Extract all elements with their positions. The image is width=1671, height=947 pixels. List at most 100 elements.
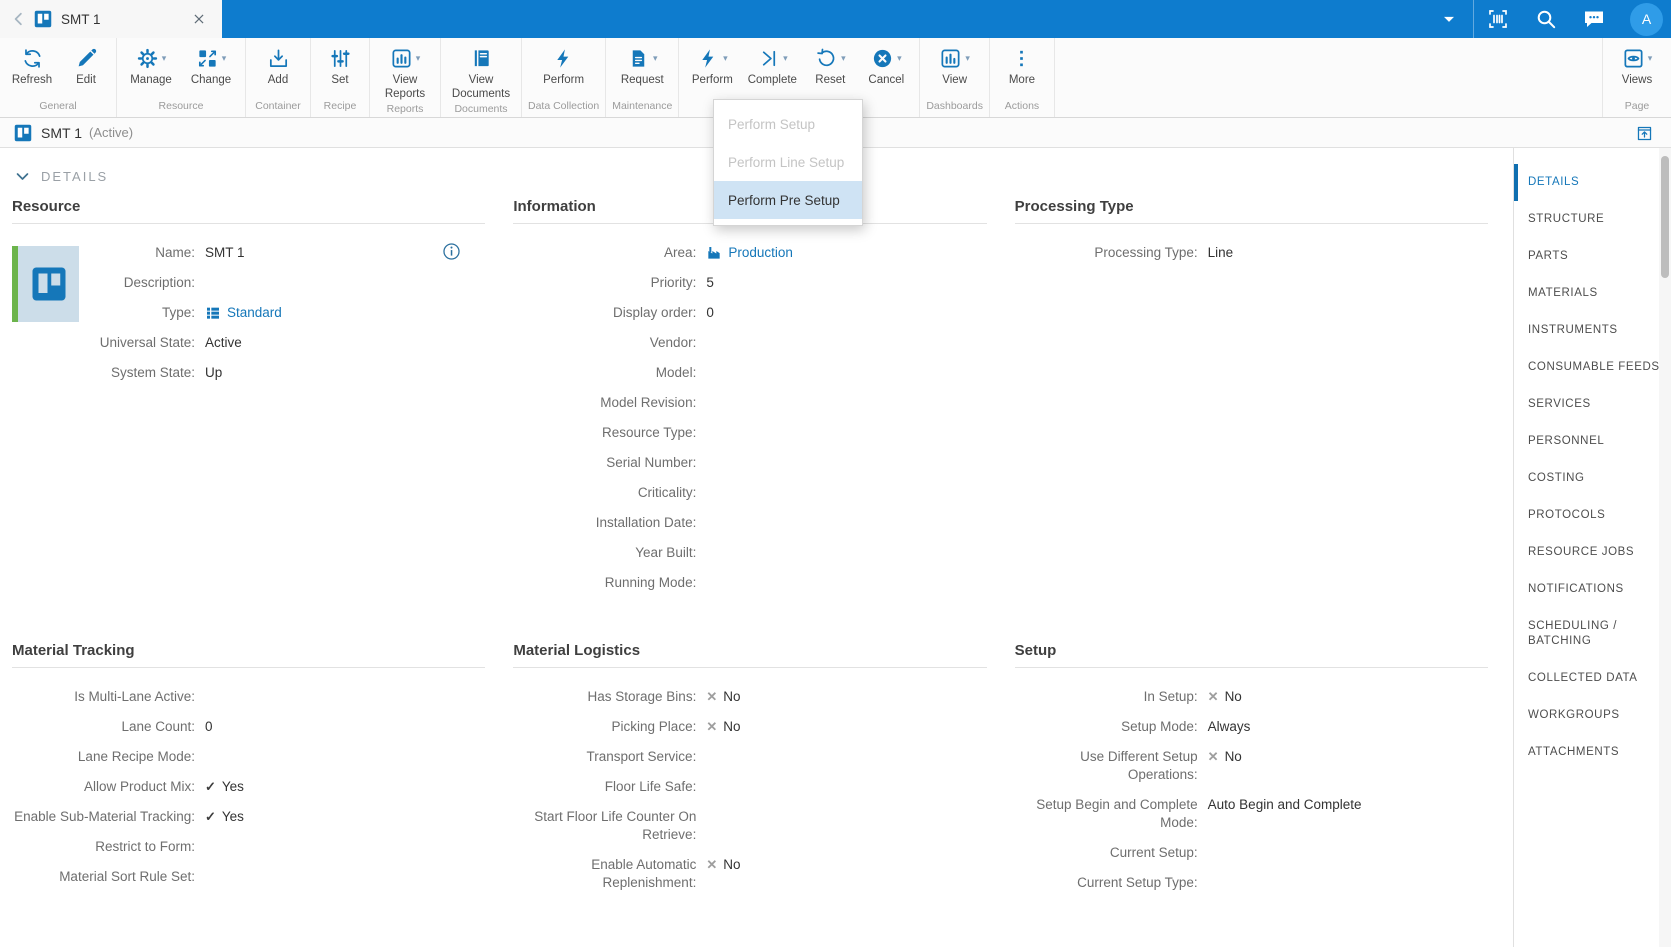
field-label: Running Mode: bbox=[604, 575, 697, 590]
button-label: Manage bbox=[130, 74, 172, 86]
button-label: Views bbox=[1621, 74, 1653, 86]
nav-item-collected-data[interactable]: COLLECTED DATA bbox=[1514, 660, 1671, 697]
nav-item-workgroups[interactable]: WORKGROUPS bbox=[1514, 697, 1671, 734]
scrollbar-track[interactable] bbox=[1659, 148, 1671, 947]
check-icon: ✓ bbox=[205, 779, 216, 794]
menu-item-perform-setup[interactable]: Perform Setup bbox=[714, 105, 862, 143]
view-reports-button[interactable]: ▾ View Reports bbox=[374, 45, 436, 101]
dropdown-caret-icon[interactable] bbox=[1439, 9, 1459, 29]
info-icon[interactable] bbox=[442, 242, 461, 261]
search-icon[interactable] bbox=[1534, 7, 1558, 31]
nav-item-scheduling-batching[interactable]: SCHEDULING / BATCHING bbox=[1514, 608, 1671, 660]
close-icon[interactable] bbox=[192, 12, 206, 26]
set-button[interactable]: Set bbox=[315, 45, 365, 88]
field-value bbox=[706, 484, 986, 502]
field-value bbox=[706, 454, 986, 472]
details-section-header[interactable]: DETAILS bbox=[14, 168, 108, 185]
field-type: Type: Standard bbox=[12, 304, 485, 322]
view-dashboards-button[interactable]: ▾ View bbox=[926, 45, 984, 88]
field-value: Standard bbox=[227, 305, 282, 320]
complete-button[interactable]: ▾ Complete bbox=[741, 45, 803, 88]
edit-button[interactable]: Edit bbox=[60, 45, 112, 88]
panel-title: Setup bbox=[1014, 642, 1488, 668]
popout-panel-icon[interactable] bbox=[1636, 125, 1653, 142]
field-value bbox=[1208, 874, 1488, 892]
field-label: Vendor: bbox=[649, 335, 697, 350]
field-lane-recipe-mode: Lane Recipe Mode: bbox=[12, 748, 485, 766]
panel-title: Material Tracking bbox=[12, 642, 486, 668]
nav-item-services[interactable]: SERVICES bbox=[1514, 386, 1671, 423]
chevron-down-icon: ▾ bbox=[783, 52, 788, 63]
field-label: Current Setup: bbox=[1109, 845, 1198, 860]
tab-strip: SMT 1 bbox=[0, 0, 222, 38]
field-label: Year Built: bbox=[635, 545, 697, 560]
chevron-down-icon: ▾ bbox=[723, 52, 728, 63]
field-value: 5 bbox=[706, 275, 714, 290]
field-value-link[interactable]: Standard bbox=[205, 304, 485, 322]
field-label: Installation Date: bbox=[595, 515, 697, 530]
chevron-left-icon[interactable] bbox=[10, 10, 28, 28]
field-label: Serial Number: bbox=[606, 455, 697, 470]
nav-item-materials[interactable]: MATERIALS bbox=[1514, 275, 1671, 312]
nav-item-resource-jobs[interactable]: RESOURCE JOBS bbox=[1514, 534, 1671, 571]
request-button[interactable]: ▾ Request bbox=[611, 45, 673, 88]
chevron-down-icon: ▾ bbox=[653, 52, 658, 63]
nav-item-instruments[interactable]: INSTRUMENTS bbox=[1514, 312, 1671, 349]
add-button[interactable]: Add bbox=[250, 45, 306, 88]
menu-item-perform-pre-setup[interactable]: Perform Pre Setup bbox=[714, 181, 862, 219]
nav-item-costing[interactable]: COSTING bbox=[1514, 460, 1671, 497]
field-value bbox=[205, 868, 485, 886]
nav-item-notifications[interactable]: NOTIFICATIONS bbox=[1514, 571, 1671, 608]
more-button[interactable]: More bbox=[994, 45, 1050, 88]
nav-item-parts[interactable]: PARTS bbox=[1514, 238, 1671, 275]
button-label: Perform bbox=[691, 74, 733, 86]
field-material-sort-rule-set: Material Sort Rule Set: bbox=[12, 868, 485, 886]
cancel-button[interactable]: ▾ Cancel bbox=[857, 45, 915, 88]
panel-material-tracking: Material Tracking Is Multi-Lane Active: … bbox=[12, 642, 486, 904]
reset-button[interactable]: ▾ Reset bbox=[803, 45, 857, 88]
nav-item-consumable-feeds[interactable]: CONSUMABLE FEEDS bbox=[1514, 349, 1671, 386]
change-swap-icon bbox=[198, 49, 216, 67]
field-system-state: System State: Up bbox=[12, 364, 485, 382]
toolbar-group-label: Container bbox=[255, 100, 301, 112]
field-value: Up bbox=[205, 365, 223, 380]
cross-icon: ✕ bbox=[1207, 689, 1219, 704]
button-label: Add bbox=[267, 74, 289, 86]
toolbar-group-general: Refresh Edit General bbox=[0, 38, 117, 117]
barcode-scanner-icon[interactable] bbox=[1486, 7, 1510, 31]
toolbar-group-label: Dashboards bbox=[926, 100, 983, 112]
messages-icon[interactable] bbox=[1582, 7, 1606, 31]
panel-resource: Resource Name: SMT 1 Description: Type: bbox=[12, 198, 486, 604]
nav-item-details[interactable]: DETAILS bbox=[1514, 164, 1671, 201]
lightning-icon bbox=[557, 48, 569, 68]
field-value bbox=[706, 364, 986, 382]
refresh-button[interactable]: Refresh bbox=[4, 45, 60, 88]
view-documents-button[interactable]: View Documents bbox=[445, 45, 517, 101]
perform-button[interactable]: ▾ Perform bbox=[683, 45, 741, 88]
field-value bbox=[205, 748, 485, 766]
perform-data-collection-button[interactable]: Perform bbox=[532, 45, 596, 88]
toolbar-group-label: Page bbox=[1624, 100, 1650, 112]
list-icon bbox=[207, 307, 219, 319]
field-value: Yes bbox=[221, 809, 244, 824]
field-label: Lane Count: bbox=[121, 719, 195, 734]
field-value-link[interactable]: Production bbox=[706, 244, 986, 262]
scrollbar-thumb[interactable] bbox=[1661, 156, 1669, 278]
tab-smt1[interactable]: SMT 1 bbox=[28, 0, 212, 38]
nav-item-personnel[interactable]: PERSONNEL bbox=[1514, 423, 1671, 460]
field-value bbox=[706, 808, 986, 826]
user-avatar[interactable]: A bbox=[1630, 2, 1663, 36]
field-label: Resource Type: bbox=[602, 425, 697, 440]
nav-item-structure[interactable]: STRUCTURE bbox=[1514, 201, 1671, 238]
field-enable-automatic-replenishment: Enable Automatic Replenishment: ✕ No bbox=[513, 856, 986, 892]
field-display-order: Display order: 0 bbox=[513, 304, 986, 322]
change-button[interactable]: ▾ Change bbox=[181, 45, 241, 88]
menu-item-perform-line-setup[interactable]: Perform Line Setup bbox=[714, 143, 862, 181]
field-label: Has Storage Bins: bbox=[587, 689, 697, 704]
field-in-setup: In Setup: ✕ No bbox=[1015, 688, 1488, 706]
views-button[interactable]: ▾ Views bbox=[1607, 45, 1667, 88]
nav-item-attachments[interactable]: ATTACHMENTS bbox=[1514, 734, 1671, 771]
nav-item-protocols[interactable]: PROTOCOLS bbox=[1514, 497, 1671, 534]
field-allow-product-mix: Allow Product Mix: ✓ Yes bbox=[12, 778, 485, 796]
manage-button[interactable]: ▾ Manage bbox=[121, 45, 181, 88]
